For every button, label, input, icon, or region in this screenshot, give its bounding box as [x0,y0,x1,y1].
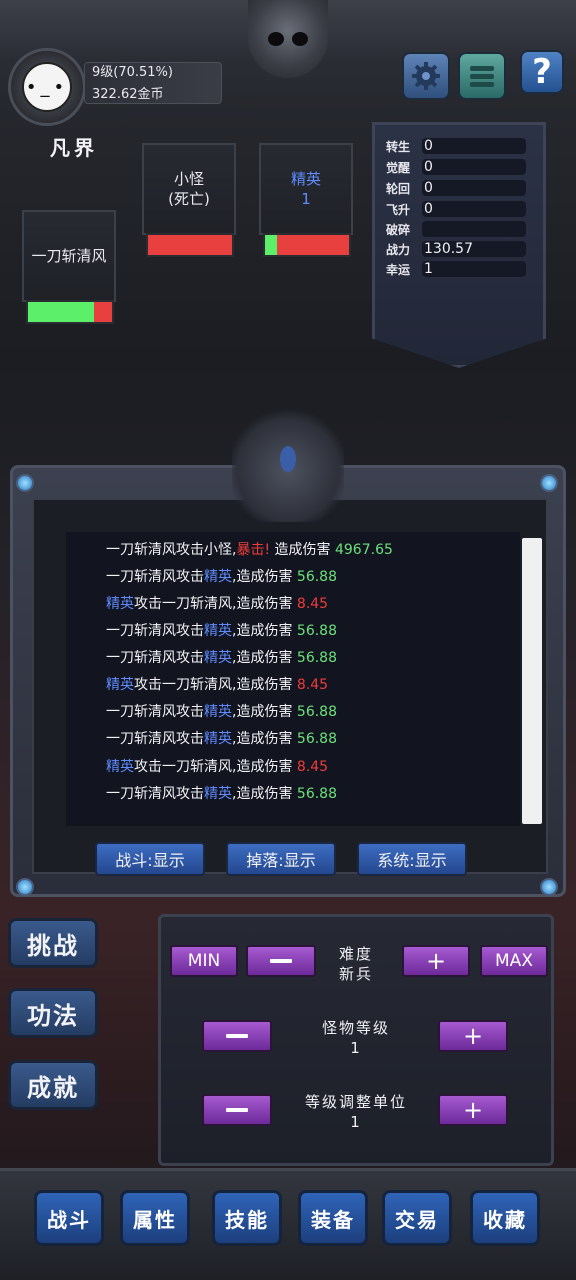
player-gold: 322.62金币 [92,87,164,102]
monster-level-label: 怪物等级 1 [296,1018,416,1058]
stat-value: 0 [422,201,526,217]
monster-level-value: 1 [350,1039,362,1057]
drop-filter-button[interactable]: 掉落:显示 [226,842,336,876]
minion-card[interactable]: 小怪 (死亡) [142,143,236,235]
stat-label: 战力 [386,242,411,257]
log-line: 一刀斩清风攻击小怪,暴击! 造成伤害 4967.65 [106,542,393,558]
avatar[interactable]: •_• [22,62,72,112]
stat-value: 0 [422,159,526,175]
skull-ornament-icon [248,0,328,78]
player-level: 9级(70.51%) [92,65,173,80]
difficulty-min-button[interactable]: MIN [170,945,238,977]
nav-equipment[interactable]: 装备 [298,1190,368,1246]
minion-hp-missing [148,235,232,255]
stat-row-luck: 幸运 1 [386,260,526,278]
unit-decrease-button[interactable] [202,1094,272,1126]
stat-label: 转生 [386,139,411,154]
stat-label: 破碎 [386,222,411,237]
elite-card[interactable]: 精英 1 [259,143,353,235]
corner-gem-icon [16,474,34,492]
level-unit-label: 等级调整单位 1 [286,1092,426,1132]
corner-gem-icon [540,474,558,492]
log-line: 一刀斩清风攻击精英,造成伤害 56.88 [106,623,337,639]
stat-label: 轮回 [386,181,411,196]
stat-value: 0 [422,138,526,154]
challenge-button[interactable]: 挑战 [8,918,98,968]
nav-attributes[interactable]: 属性 [120,1190,190,1246]
system-filter-button[interactable]: 系统:显示 [357,842,467,876]
gear-icon [412,62,440,90]
stat-value: 130.57 [422,241,526,257]
menu-button[interactable] [458,52,506,100]
nav-trade[interactable]: 交易 [382,1190,452,1246]
stat-row-shatter: 破碎 [386,220,526,238]
log-line: 精英攻击一刀斩清风,造成伤害 8.45 [106,677,329,693]
elite-hp-fill [265,235,277,255]
elite-card-name: 精英 [290,170,321,188]
player-card-name: 一刀斩清风 [31,247,107,265]
log-line: 精英攻击一刀斩清风,造成伤害 8.45 [106,596,329,612]
log-line: 一刀斩清风攻击精英,造成伤害 56.88 [106,569,337,585]
stat-value [422,221,526,237]
player-hp-bar [26,300,114,324]
stat-row-power: 战力 130.57 [386,240,526,258]
stat-label: 飞升 [386,202,411,217]
level-unit-value: 1 [350,1113,362,1131]
minus-icon [226,1108,248,1112]
nav-battle[interactable]: 战斗 [34,1190,104,1246]
stat-value: 1 [422,261,526,277]
monster-level-decrease-button[interactable] [202,1020,272,1052]
nav-collection[interactable]: 收藏 [470,1190,540,1246]
battle-filter-button[interactable]: 战斗:显示 [95,842,205,876]
minus-icon [270,959,292,963]
difficulty-max-button[interactable]: MAX [480,945,548,977]
stat-row-awaken: 觉醒 0 [386,158,526,176]
player-hp-fill [28,302,94,322]
log-line: 一刀斩清风攻击精英,造成伤害 56.88 [106,704,337,720]
stat-label: 幸运 [386,262,411,277]
log-scrollbar[interactable] [522,538,542,824]
log-line: 精英攻击一刀斩清风,造成伤害 8.45 [106,759,329,775]
helm-gem-icon [280,446,296,472]
menu-icon [470,66,494,87]
achievements-button[interactable]: 成就 [8,1060,98,1110]
stat-row-rebirth: 转生 0 [386,137,526,155]
log-line: 一刀斩清风攻击精英,造成伤害 56.88 [106,650,337,666]
stat-row-reincarnation: 轮回 0 [386,179,526,197]
minus-icon [226,1034,248,1038]
elite-card-count: 1 [301,190,311,208]
nav-skills[interactable]: 技能 [212,1190,282,1246]
minion-hp-bar [146,233,234,257]
settings-button[interactable] [402,52,450,100]
elite-hp-bar [263,233,351,257]
stat-row-ascension: 飞升 0 [386,200,526,218]
difficulty-value: 新兵 [338,965,373,983]
difficulty-label: 难度 新兵 [318,944,394,984]
difficulty-decrease-button[interactable] [246,945,316,977]
unit-increase-button[interactable]: + [438,1094,508,1126]
player-hp-missing [93,302,112,322]
help-button[interactable]: ? [520,50,564,94]
realm-label: 凡界 [50,136,98,160]
player-card[interactable]: 一刀斩清风 [22,210,116,302]
log-line: 一刀斩清风攻击精英,造成伤害 56.88 [106,731,337,747]
difficulty-increase-button[interactable]: + [402,945,470,977]
corner-gem-icon [540,878,558,896]
log-line: 一刀斩清风攻击精英,造成伤害 56.88 [106,786,337,802]
stat-value: 0 [422,180,526,196]
corner-gem-icon [16,878,34,896]
stat-label: 觉醒 [386,160,411,175]
monster-level-increase-button[interactable]: + [438,1020,508,1052]
minion-card-status: (死亡) [168,190,210,208]
minion-card-name: 小怪 [173,170,204,188]
skills-button[interactable]: 功法 [8,988,98,1038]
elite-hp-missing [276,235,349,255]
